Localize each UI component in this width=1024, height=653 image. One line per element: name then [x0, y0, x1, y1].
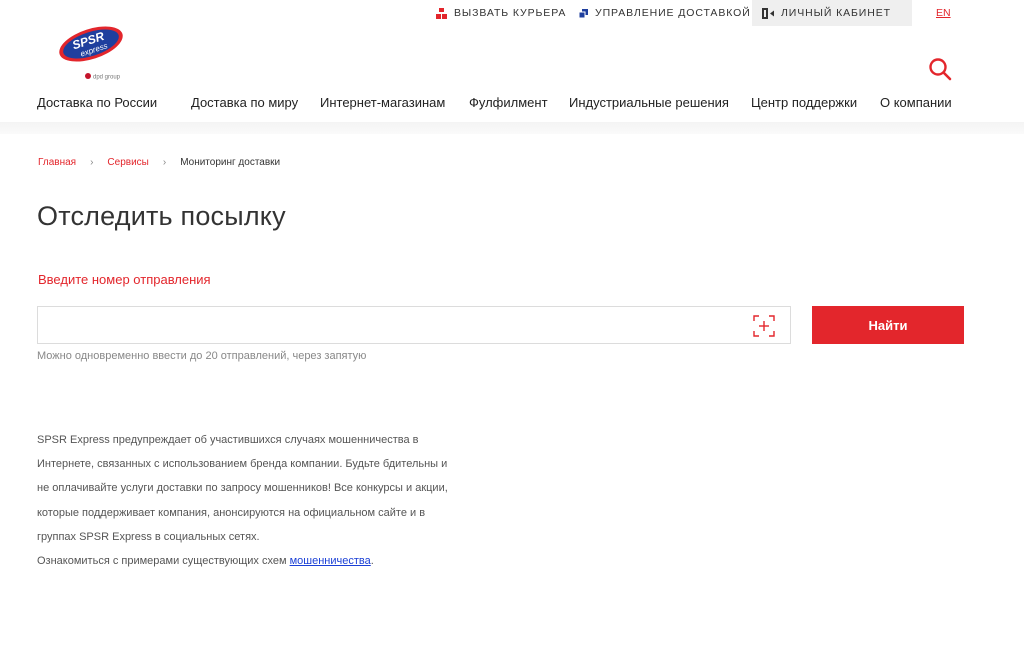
call-courier-link[interactable]: Вызвать курьера: [436, 0, 566, 26]
courier-boxes-icon: [436, 7, 447, 19]
spsr-logo-graphic: SPSR express dpd group: [59, 26, 123, 81]
find-button[interactable]: Найти: [812, 306, 964, 344]
tracking-input-box: [37, 306, 791, 344]
main-navigation: Доставка по России Доставка по миру Инте…: [0, 95, 1024, 115]
nav-item-support-center[interactable]: Центр поддержки: [751, 95, 857, 110]
breadcrumb-separator: ›: [162, 157, 167, 168]
warning-line: группах SPSR Express в социальных сетях.: [37, 530, 260, 543]
breadcrumb-home[interactable]: Главная: [38, 157, 76, 168]
manage-delivery-icon: [579, 8, 588, 18]
logo-dpd-text: dpd group: [93, 75, 121, 81]
fraud-examples-link[interactable]: мошенничества: [290, 555, 371, 567]
delivery-management-link[interactable]: Управление доставкой: [579, 0, 751, 26]
nav-item-about-company[interactable]: О компании: [880, 95, 952, 110]
call-courier-label: Вызвать курьера: [454, 7, 567, 19]
language-label: EN: [936, 7, 951, 19]
barcode-scan-icon: [753, 315, 775, 337]
nav-item-fulfillment[interactable]: Фулфилмент: [469, 95, 548, 110]
nav-item-industrial-solutions[interactable]: Индустриальные решения: [569, 95, 729, 110]
personal-cabinet-link[interactable]: Личный кабинет: [752, 0, 912, 26]
login-door-icon: [762, 7, 774, 19]
page-title: Отследить посылку: [37, 201, 286, 231]
breadcrumb-current: Мониторинг доставки: [180, 157, 281, 168]
spsr-logo[interactable]: SPSR express dpd group: [57, 24, 127, 82]
fraud-warning: SPSR Express предупреждает об участивших…: [37, 428, 487, 573]
examples-suffix: .: [370, 555, 374, 568]
warning-line: Интернете, связанных с использованием бр…: [37, 458, 448, 471]
tracking-number-input[interactable]: [38, 307, 738, 343]
warning-line: SPSR Express предупреждает об участивших…: [37, 434, 419, 446]
search-button[interactable]: [928, 57, 952, 81]
breadcrumb-separator: ›: [90, 157, 94, 168]
tracking-input-label: Введите номер отправления: [38, 272, 211, 287]
warning-line: которые поддерживает компания, анонсирую…: [37, 506, 426, 519]
top-utility-bar: Вызвать курьера Управление доставкой Лич…: [0, 0, 1024, 26]
nav-item-russia-delivery[interactable]: Доставка по России: [37, 95, 157, 110]
search-icon: [929, 58, 952, 81]
warning-examples-line: Ознакомиться с примерами существующих сх…: [37, 549, 487, 573]
nav-item-world-delivery[interactable]: Доставка по миру: [191, 95, 298, 110]
barcode-scan-button[interactable]: [753, 315, 775, 337]
warning-line: не оплачивайте услуги доставки по запрос…: [37, 482, 448, 495]
language-switch[interactable]: EN: [936, 0, 951, 26]
header-divider-band: [0, 122, 1024, 134]
delivery-management-label: Управление доставкой: [595, 7, 751, 19]
personal-cabinet-label: Личный кабинет: [781, 7, 891, 19]
examples-prefix: Ознакомиться с примерами существующих сх…: [37, 555, 290, 568]
input-hint: Можно одновременно ввести до 20 отправле…: [37, 350, 367, 362]
breadcrumb: Главная › Сервисы › Мониторинг доставки: [38, 157, 280, 168]
breadcrumb-services[interactable]: Сервисы: [107, 157, 148, 168]
nav-item-online-stores[interactable]: Интернет-магазинам: [320, 95, 445, 110]
